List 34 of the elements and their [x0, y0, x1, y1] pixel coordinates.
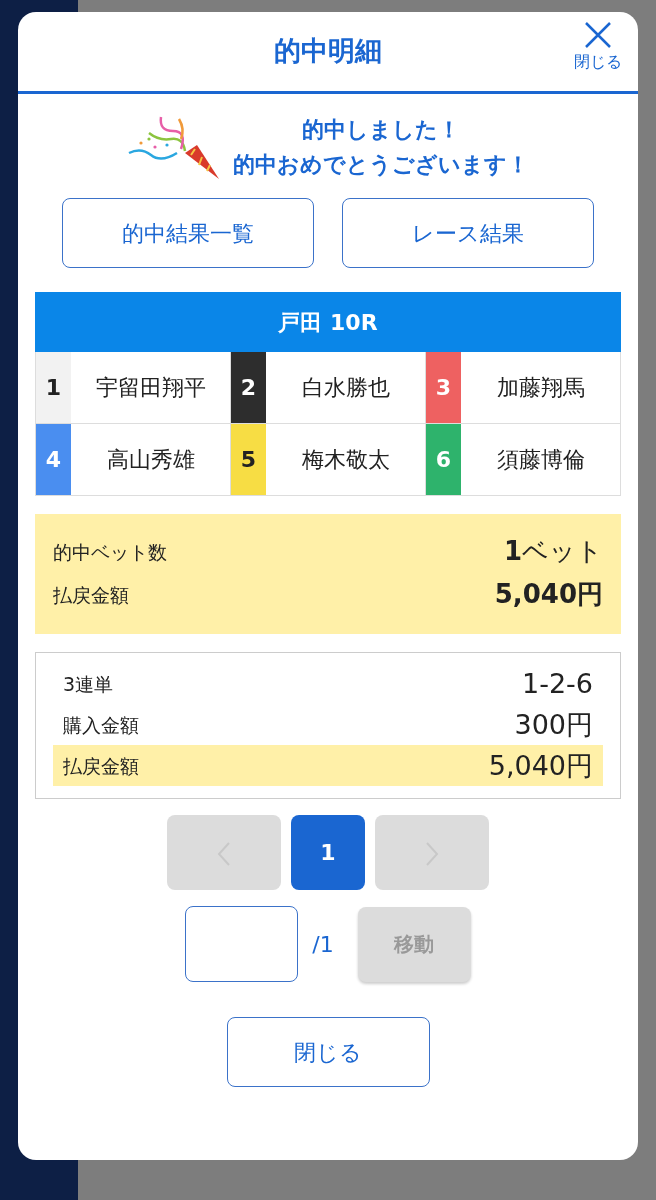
racer-name: 須藤博倫 — [495, 446, 586, 475]
modal-title: 的中明細 — [274, 34, 382, 69]
page-total: /1 — [312, 930, 334, 959]
racer-name: 高山秀雄 — [105, 446, 196, 475]
racer-name: 宇留田翔平 — [94, 374, 207, 403]
racer-number: 4 — [36, 424, 71, 496]
close-button[interactable]: 閉じる — [226, 1017, 430, 1088]
summary-value: 5,040円 — [494, 578, 603, 612]
summary-label: 払戻金額 — [53, 582, 129, 608]
page-button[interactable]: 1 — [291, 815, 365, 891]
summary-value: 1ベット — [503, 535, 603, 569]
party-popper-icon — [127, 115, 219, 180]
link-button[interactable]: 的中結果一覧 — [62, 198, 314, 269]
racer-name: 白水勝也 — [300, 374, 391, 403]
race-title: 戸田 10R — [35, 292, 621, 353]
close-button[interactable]: 閉じる — [574, 20, 622, 74]
link-button[interactable]: レース結果 — [342, 198, 594, 269]
racer-number: 6 — [426, 424, 461, 496]
racer-name: 梅木敬太 — [300, 446, 391, 475]
page-input[interactable] — [185, 906, 299, 983]
summary-label: 的中ベット数 — [53, 539, 167, 565]
racer-number: 5 — [231, 424, 266, 496]
bet-label: 3連単 — [63, 671, 114, 697]
racer-number: 3 — [426, 352, 461, 424]
racer-number: 1 — [36, 352, 71, 424]
success-message: 的中しました！ 的中おめでとうございます！ — [233, 116, 529, 180]
racer-name: 加藤翔馬 — [495, 374, 586, 403]
bet-value: 1-2-6 — [521, 666, 593, 701]
bet-value: 300円 — [514, 707, 593, 742]
bet-value: 5,040円 — [488, 748, 593, 783]
bet-label: 払戻金額 — [63, 753, 139, 779]
close-icon — [583, 20, 613, 50]
racer-number: 2 — [231, 352, 266, 424]
bet-label: 購入金額 — [63, 712, 139, 738]
